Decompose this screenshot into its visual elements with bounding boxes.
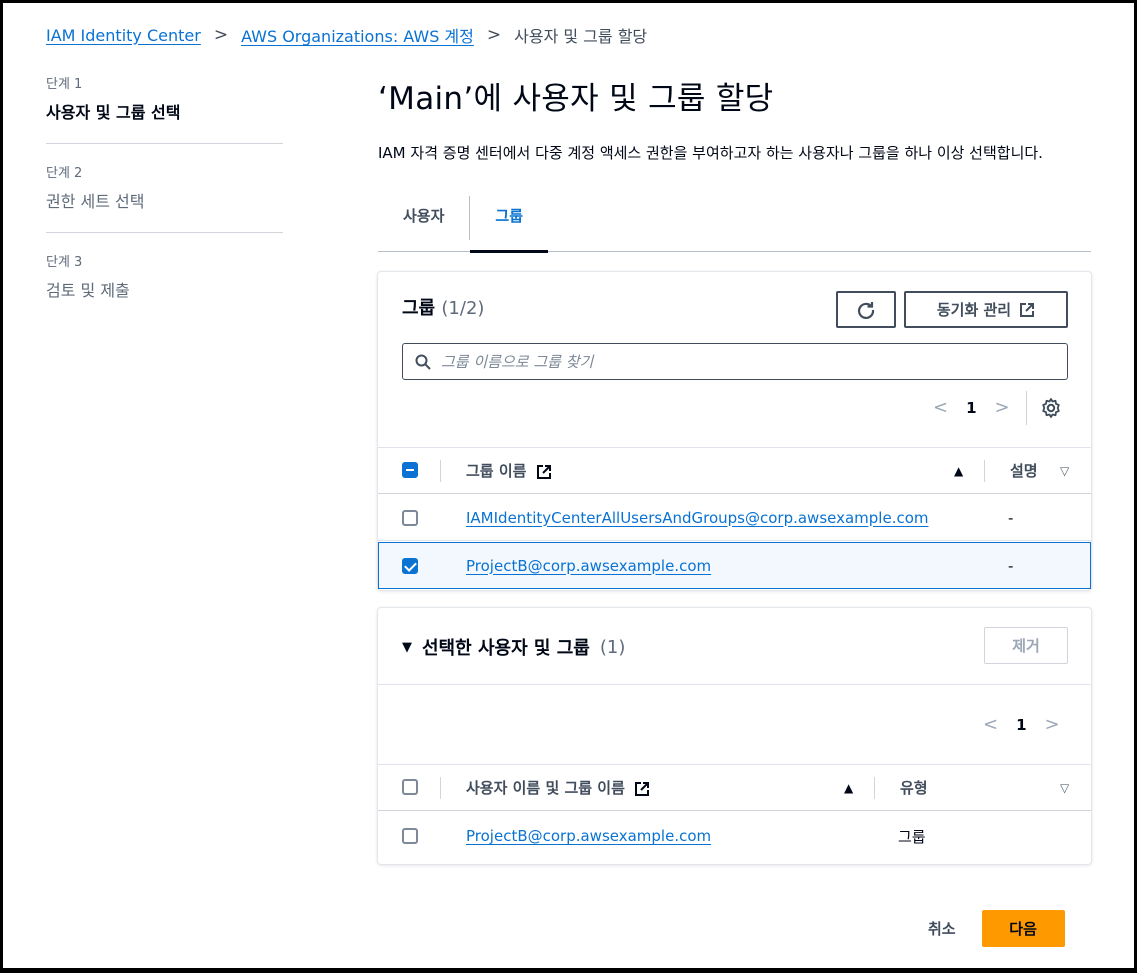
search-field[interactable] (402, 343, 1068, 380)
selected-users-groups-panel: ▼ 선택한 사용자 및 그룹 (1) 제거 < 1 > 사용자 이름 및 그룹 … (378, 608, 1091, 864)
page-description: IAM 자격 증명 센터에서 다중 계정 액세스 권한을 부여하고자 하는 사용… (378, 144, 1043, 162)
selected-name-link[interactable]: ProjectB@corp.awsexample.com (466, 827, 711, 845)
column-header-description[interactable]: 설명 (1010, 460, 1038, 481)
tab-groups[interactable]: 그룹 (470, 196, 548, 253)
column-header-label: 사용자 이름 및 그룹 이름 (466, 779, 625, 797)
group-name-link[interactable]: ProjectB@corp.awsexample.com (466, 557, 711, 575)
chevron-right-icon[interactable]: > (1045, 714, 1060, 735)
pagination: < 1 > (933, 397, 1010, 418)
selected-table-header: 사용자 이름 및 그룹 이름 ▲ 유형 ▽ (378, 764, 1091, 811)
column-divider (984, 460, 985, 482)
cancel-button[interactable]: 취소 (928, 918, 956, 939)
step-number: 단계 3 (46, 255, 83, 270)
step-label: 검토 및 제출 (46, 281, 130, 300)
manage-sync-label: 동기화 관리 (936, 301, 1012, 319)
breadcrumb-aws-accounts[interactable]: AWS Organizations: AWS 계정 (241, 23, 474, 47)
groups-panel: 그룹 (1/2) 동기화 관리 그룹 이름으로 그룹 찾기 < 1 > 그룹 이… (378, 272, 1091, 590)
refresh-icon (857, 301, 875, 319)
chevron-right-icon: > (213, 25, 229, 45)
breadcrumb-current: 사용자 및 그룹 할당 (514, 27, 648, 46)
table-row-selected[interactable]: ProjectB@corp.awsexample.com - (378, 542, 1091, 589)
caret-down-icon: ▼ (402, 639, 412, 655)
main-content: ‘Main’에 사용자 및 그룹 할당 IAM 자격 증명 센터에서 다중 계정… (378, 73, 1091, 864)
external-link-icon (1020, 302, 1035, 317)
row-checkbox[interactable] (402, 557, 418, 574)
step-number: 단계 2 (46, 166, 83, 181)
groups-panel-header: 그룹 (1/2) (402, 294, 484, 320)
wizard-step-3: 단계 3 검토 및 제출 (46, 251, 283, 321)
section-divider (378, 684, 1091, 685)
remove-button[interactable]: 제거 (984, 627, 1068, 664)
chevron-right-icon: > (486, 25, 502, 45)
select-all-checkbox[interactable] (402, 462, 418, 478)
group-description: - (1008, 556, 1014, 575)
column-divider (874, 777, 875, 799)
row-checkbox[interactable] (402, 509, 418, 526)
step-number: 단계 1 (46, 77, 83, 92)
table-row[interactable]: ProjectB@corp.awsexample.com 그룹 (378, 812, 1091, 860)
search-input[interactable] (441, 352, 1041, 371)
groups-count: (1/2) (441, 298, 485, 319)
refresh-button[interactable] (836, 291, 896, 328)
page-number[interactable]: 1 (1016, 716, 1026, 734)
external-link-icon (536, 464, 551, 479)
tabs: 사용자 그룹 (378, 196, 1091, 253)
column-divider (440, 460, 441, 482)
manage-sync-button[interactable]: 동기화 관리 (904, 291, 1068, 328)
sort-icon[interactable]: ▽ (1060, 464, 1069, 478)
chevron-left-icon[interactable]: < (983, 714, 998, 735)
chevron-right-icon[interactable]: > (995, 397, 1010, 418)
external-link-icon (635, 781, 650, 796)
pager-divider (1026, 391, 1027, 425)
selected-panel-title: 선택한 사용자 및 그룹 (422, 638, 590, 659)
column-header-name[interactable]: 사용자 이름 및 그룹 이름 (466, 777, 650, 798)
column-header-label: 그룹 이름 (466, 462, 527, 480)
page-number[interactable]: 1 (966, 399, 976, 417)
pagination: < 1 > (983, 714, 1060, 735)
groups-table-header: 그룹 이름 ▲ 설명 ▽ (378, 447, 1091, 494)
selected-section-toggle[interactable]: ▼ 선택한 사용자 및 그룹 (1) (402, 634, 625, 660)
sort-ascending-icon[interactable]: ▲ (954, 464, 963, 478)
wizard-step-1: 단계 1 사용자 및 그룹 선택 (46, 73, 283, 144)
wizard-step-2: 단계 2 권한 세트 선택 (46, 162, 283, 233)
app-frame: IAM Identity Center > AWS Organizations:… (3, 3, 1134, 968)
chevron-left-icon[interactable]: < (933, 397, 948, 418)
wizard-steps: 단계 1 사용자 및 그룹 선택 단계 2 권한 세트 선택 단계 3 검토 및… (46, 73, 283, 339)
tab-users[interactable]: 사용자 (378, 196, 469, 252)
column-header-type[interactable]: 유형 (900, 777, 928, 798)
gear-icon[interactable] (1039, 396, 1063, 420)
row-checkbox[interactable] (402, 828, 418, 844)
selected-type: 그룹 (898, 827, 926, 846)
step-label: 사용자 및 그룹 선택 (46, 103, 181, 122)
next-button[interactable]: 다음 (981, 910, 1065, 947)
page-title: ‘Main’에 사용자 및 그룹 할당 (378, 81, 774, 117)
step-label: 권한 세트 선택 (46, 192, 145, 211)
table-row[interactable]: IAMIdentityCenterAllUsersAndGroups@corp.… (378, 495, 1091, 541)
group-name-link[interactable]: IAMIdentityCenterAllUsersAndGroups@corp.… (466, 509, 929, 527)
selected-count: (1) (599, 636, 626, 658)
column-header-group-name[interactable]: 그룹 이름 (466, 460, 552, 481)
breadcrumb-iam-identity-center[interactable]: IAM Identity Center (46, 26, 201, 45)
search-icon (415, 354, 431, 370)
groups-panel-title: 그룹 (402, 298, 436, 319)
wizard-footer: 취소 다음 (928, 910, 1065, 947)
sort-ascending-icon[interactable]: ▲ (844, 781, 853, 795)
sort-icon[interactable]: ▽ (1060, 781, 1069, 795)
group-description: - (1008, 508, 1014, 527)
select-all-checkbox[interactable] (402, 779, 418, 795)
breadcrumb: IAM Identity Center > AWS Organizations:… (46, 23, 647, 47)
column-divider (440, 777, 441, 799)
